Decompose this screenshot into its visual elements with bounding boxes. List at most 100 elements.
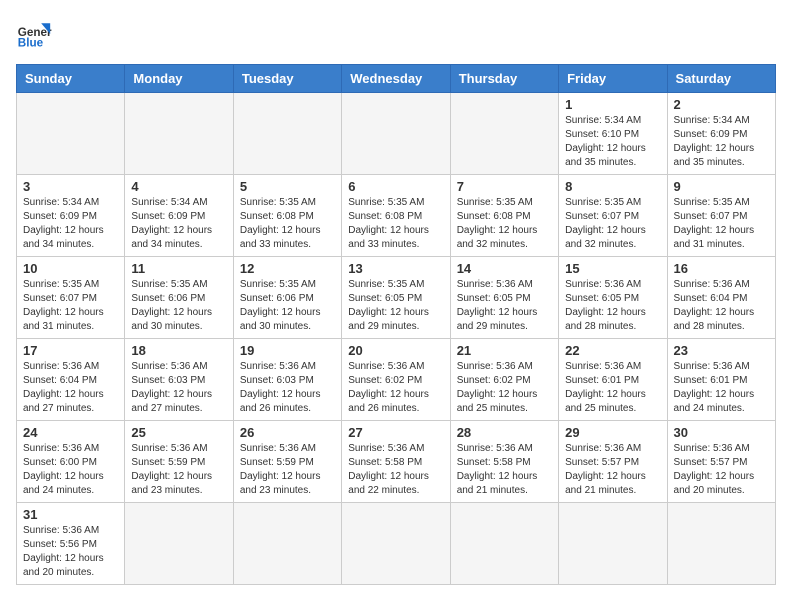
calendar-cell: 5 Sunrise: 5:35 AM Sunset: 6:08 PM Daylig… [233, 175, 341, 257]
calendar-header-thursday: Thursday [450, 65, 558, 93]
calendar-week-row: 10 Sunrise: 5:35 AM Sunset: 6:07 PM Dayli… [17, 257, 776, 339]
day-number: 9 [674, 179, 769, 194]
day-number: 24 [23, 425, 118, 440]
logo: General Blue [16, 16, 52, 52]
day-info: Sunrise: 5:36 AM Sunset: 5:58 PM Dayligh… [457, 442, 552, 498]
calendar-cell: 28 Sunrise: 5:36 AM Sunset: 5:58 PM Dayli… [450, 421, 558, 503]
day-info: Sunrise: 5:36 AM Sunset: 6:04 PM Dayligh… [674, 278, 769, 334]
day-number: 19 [240, 343, 335, 358]
calendar-cell [342, 503, 450, 585]
calendar-cell [125, 93, 233, 175]
day-info: Sunrise: 5:34 AM Sunset: 6:09 PM Dayligh… [23, 196, 118, 252]
day-info: Sunrise: 5:36 AM Sunset: 6:01 PM Dayligh… [565, 360, 660, 416]
day-info: Sunrise: 5:34 AM Sunset: 6:09 PM Dayligh… [131, 196, 226, 252]
calendar-table: SundayMondayTuesdayWednesdayThursdayFrid… [16, 64, 776, 585]
calendar-cell: 25Sunrise: 5:36 AM Sunset: 5:59 PM Dayli… [125, 421, 233, 503]
day-number: 31 [23, 507, 118, 522]
day-number: 12 [240, 261, 335, 276]
day-number: 2 [674, 97, 769, 112]
day-info: Sunrise: 5:35 AM Sunset: 6:08 PM Dayligh… [240, 196, 335, 252]
day-info: Sunrise: 5:34 AM Sunset: 6:10 PM Dayligh… [565, 114, 660, 170]
svg-text:Blue: Blue [18, 37, 44, 50]
day-number: 30 [674, 425, 769, 440]
day-number: 21 [457, 343, 552, 358]
calendar-cell [450, 93, 558, 175]
calendar-cell [667, 503, 775, 585]
calendar-cell: 12 Sunrise: 5:35 AM Sunset: 6:06 PM Dayli… [233, 257, 341, 339]
day-number: 3 [23, 179, 118, 194]
calendar-header-tuesday: Tuesday [233, 65, 341, 93]
calendar-cell: 3 Sunrise: 5:34 AM Sunset: 6:09 PM Daylig… [17, 175, 125, 257]
calendar-cell [559, 503, 667, 585]
calendar-header-saturday: Saturday [667, 65, 775, 93]
calendar-cell: 22 Sunrise: 5:36 AM Sunset: 6:01 PM Dayli… [559, 339, 667, 421]
calendar-cell: 24Sunrise: 5:36 AM Sunset: 6:00 PM Dayli… [17, 421, 125, 503]
calendar-cell [342, 93, 450, 175]
calendar-cell: 7Sunrise: 5:35 AM Sunset: 6:08 PM Daylig… [450, 175, 558, 257]
day-number: 1 [565, 97, 660, 112]
day-number: 28 [457, 425, 552, 440]
calendar-header-friday: Friday [559, 65, 667, 93]
day-info: Sunrise: 5:36 AM Sunset: 5:58 PM Dayligh… [348, 442, 443, 498]
calendar-cell: 9 Sunrise: 5:35 AM Sunset: 6:07 PM Daylig… [667, 175, 775, 257]
day-info: Sunrise: 5:36 AM Sunset: 5:56 PM Dayligh… [23, 524, 118, 580]
day-number: 20 [348, 343, 443, 358]
day-number: 22 [565, 343, 660, 358]
day-info: Sunrise: 5:36 AM Sunset: 6:01 PM Dayligh… [674, 360, 769, 416]
day-info: Sunrise: 5:35 AM Sunset: 6:06 PM Dayligh… [131, 278, 226, 334]
day-info: Sunrise: 5:36 AM Sunset: 6:02 PM Dayligh… [457, 360, 552, 416]
day-info: Sunrise: 5:36 AM Sunset: 5:57 PM Dayligh… [674, 442, 769, 498]
calendar-cell: 1 Sunrise: 5:34 AM Sunset: 6:10 PM Daylig… [559, 93, 667, 175]
calendar-header-monday: Monday [125, 65, 233, 93]
day-number: 8 [565, 179, 660, 194]
day-info: Sunrise: 5:36 AM Sunset: 6:04 PM Dayligh… [23, 360, 118, 416]
page-header: General Blue [16, 16, 776, 52]
day-number: 7 [457, 179, 552, 194]
calendar-cell: 19 Sunrise: 5:36 AM Sunset: 6:03 PM Dayli… [233, 339, 341, 421]
day-info: Sunrise: 5:36 AM Sunset: 6:05 PM Dayligh… [457, 278, 552, 334]
calendar-cell [233, 503, 341, 585]
day-number: 16 [674, 261, 769, 276]
calendar-cell [450, 503, 558, 585]
calendar-header-sunday: Sunday [17, 65, 125, 93]
calendar-cell: 2 Sunrise: 5:34 AM Sunset: 6:09 PM Daylig… [667, 93, 775, 175]
day-number: 23 [674, 343, 769, 358]
calendar-cell: 21 Sunrise: 5:36 AM Sunset: 6:02 PM Dayli… [450, 339, 558, 421]
calendar-cell [125, 503, 233, 585]
calendar-week-row: 24Sunrise: 5:36 AM Sunset: 6:00 PM Dayli… [17, 421, 776, 503]
calendar-cell: 27Sunrise: 5:36 AM Sunset: 5:58 PM Dayli… [342, 421, 450, 503]
day-info: Sunrise: 5:36 AM Sunset: 6:03 PM Dayligh… [131, 360, 226, 416]
day-info: Sunrise: 5:36 AM Sunset: 6:05 PM Dayligh… [565, 278, 660, 334]
day-info: Sunrise: 5:35 AM Sunset: 6:08 PM Dayligh… [348, 196, 443, 252]
day-number: 25 [131, 425, 226, 440]
day-number: 14 [457, 261, 552, 276]
day-info: Sunrise: 5:36 AM Sunset: 6:02 PM Dayligh… [348, 360, 443, 416]
calendar-cell: 11Sunrise: 5:35 AM Sunset: 6:06 PM Dayli… [125, 257, 233, 339]
day-info: Sunrise: 5:34 AM Sunset: 6:09 PM Dayligh… [674, 114, 769, 170]
calendar-header-wednesday: Wednesday [342, 65, 450, 93]
calendar-cell: 10 Sunrise: 5:35 AM Sunset: 6:07 PM Dayli… [17, 257, 125, 339]
day-number: 15 [565, 261, 660, 276]
day-info: Sunrise: 5:35 AM Sunset: 6:07 PM Dayligh… [23, 278, 118, 334]
calendar-cell: 20 Sunrise: 5:36 AM Sunset: 6:02 PM Dayli… [342, 339, 450, 421]
calendar-cell: 18Sunrise: 5:36 AM Sunset: 6:03 PM Dayli… [125, 339, 233, 421]
calendar-week-row: 17 Sunrise: 5:36 AM Sunset: 6:04 PM Dayli… [17, 339, 776, 421]
calendar-cell: 30 Sunrise: 5:36 AM Sunset: 5:57 PM Dayli… [667, 421, 775, 503]
calendar-cell [233, 93, 341, 175]
calendar-cell: 17 Sunrise: 5:36 AM Sunset: 6:04 PM Dayli… [17, 339, 125, 421]
day-number: 10 [23, 261, 118, 276]
day-number: 29 [565, 425, 660, 440]
calendar-week-row: 31 Sunrise: 5:36 AM Sunset: 5:56 PM Dayli… [17, 503, 776, 585]
day-info: Sunrise: 5:35 AM Sunset: 6:06 PM Dayligh… [240, 278, 335, 334]
day-number: 17 [23, 343, 118, 358]
day-info: Sunrise: 5:35 AM Sunset: 6:07 PM Dayligh… [565, 196, 660, 252]
day-number: 4 [131, 179, 226, 194]
day-info: Sunrise: 5:36 AM Sunset: 6:03 PM Dayligh… [240, 360, 335, 416]
day-number: 6 [348, 179, 443, 194]
day-info: Sunrise: 5:35 AM Sunset: 6:07 PM Dayligh… [674, 196, 769, 252]
day-number: 5 [240, 179, 335, 194]
calendar-cell: 14 Sunrise: 5:36 AM Sunset: 6:05 PM Dayli… [450, 257, 558, 339]
day-info: Sunrise: 5:36 AM Sunset: 5:57 PM Dayligh… [565, 442, 660, 498]
calendar-cell: 26Sunrise: 5:36 AM Sunset: 5:59 PM Dayli… [233, 421, 341, 503]
logo-icon: General Blue [16, 16, 52, 52]
